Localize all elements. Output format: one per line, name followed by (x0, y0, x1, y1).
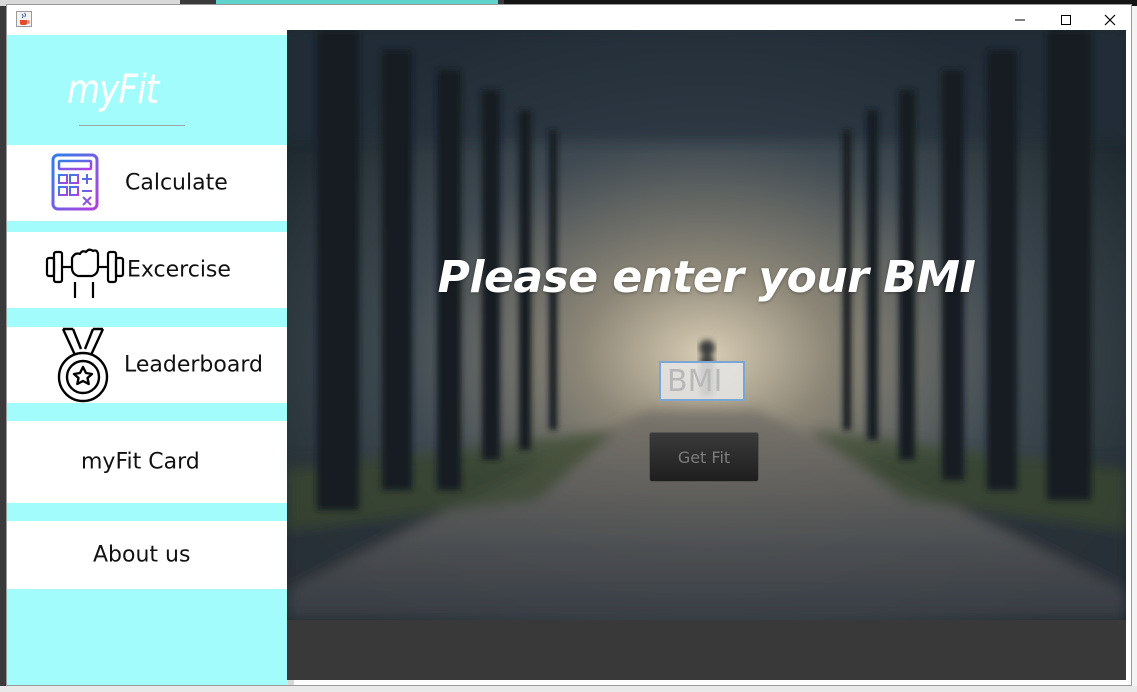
medal-icon (53, 327, 113, 411)
nav-leaderboard[interactable]: Leaderboard (7, 327, 288, 403)
nav-about-us[interactable]: About us (7, 521, 288, 589)
nav-about-us-label: About us (93, 542, 191, 568)
nav-calculate[interactable]: Calculate (7, 145, 288, 221)
main-panel: Please enter your BMI Get Fit (287, 30, 1126, 620)
bmi-input[interactable] (659, 361, 745, 401)
nav-myfit-card[interactable]: myFit Card (7, 421, 288, 503)
nav-myfit-card-label: myFit Card (81, 449, 200, 475)
minimize-icon (1015, 19, 1025, 21)
calculator-icon (51, 153, 103, 219)
nav-excercise-label: Excercise (127, 257, 231, 283)
close-icon (1104, 14, 1116, 26)
nav-leaderboard-label: Leaderboard (124, 352, 263, 378)
bottom-bar (287, 620, 1126, 680)
logo-divider (79, 125, 185, 126)
page-headline: Please enter your BMI (437, 252, 976, 303)
nav-excercise[interactable]: Excercise (7, 232, 288, 308)
maximize-icon (1061, 15, 1071, 25)
app-logo: myFit (67, 67, 159, 113)
java-cup-icon (16, 11, 32, 27)
sidebar: myFit Calculate Excercise Leaderboard my… (7, 35, 288, 685)
dumbbell-fist-icon (45, 240, 125, 306)
forest-background-image (287, 30, 1126, 620)
desktop-edge (0, 686, 1137, 692)
get-fit-button[interactable]: Get Fit (649, 432, 759, 482)
nav-calculate-label: Calculate (125, 170, 228, 196)
